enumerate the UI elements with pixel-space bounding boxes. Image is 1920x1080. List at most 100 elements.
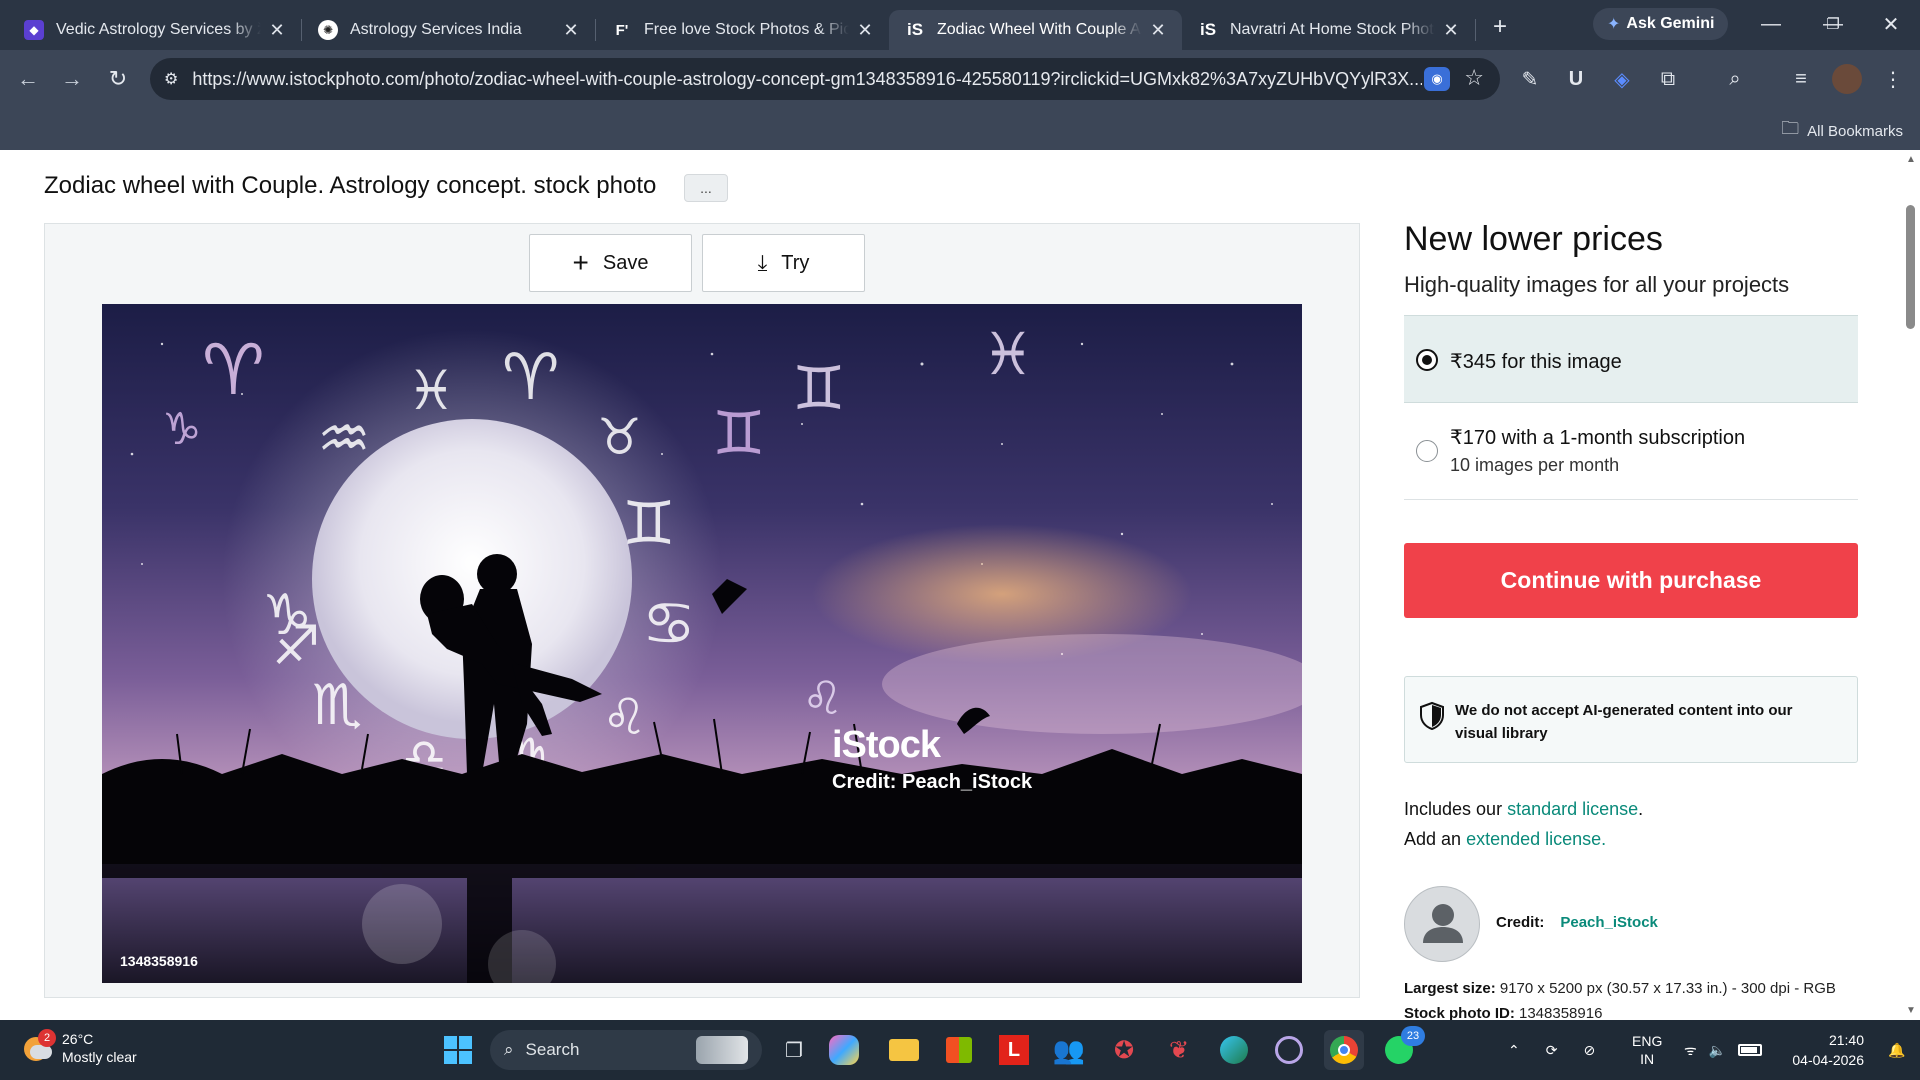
network-off-icon[interactable]: ⊘ [1583,1042,1595,1059]
whatsapp-icon[interactable]: 23 [1379,1026,1425,1070]
microsoft-store-icon[interactable] [939,1030,979,1070]
close-tab-icon[interactable]: ✕ [267,20,287,41]
radio-subscription[interactable] [1416,440,1438,462]
photo-id-overlay: 1348358916 [120,953,198,969]
tab-vedic-astrology[interactable]: ◆ Vedic Astrology Services by žva ✕ [8,10,301,50]
openai-logo-icon: ✺ [318,20,338,40]
radio-single-image[interactable] [1416,349,1438,371]
scrollbar-thumb[interactable] [1906,205,1915,329]
contributor-avatar[interactable] [1404,886,1480,962]
bookmark-star-icon[interactable]: ☆ [1464,65,1484,91]
close-window-button[interactable]: ✕ [1871,8,1911,40]
svg-text:♊: ♊ [712,399,766,469]
wifi-icon: ᯤ [1684,1041,1697,1058]
copilot-icon[interactable] [829,1035,859,1065]
tab-title: Free love Stock Photos & Pictu [644,21,849,38]
svg-text:♌: ♌ [602,688,647,746]
tag-extension-icon[interactable]: ◈ [1607,64,1637,94]
edge-icon[interactable] [1214,1030,1254,1070]
sync-icon[interactable]: ⟳ [1546,1042,1558,1059]
svg-text:♊: ♊ [622,489,676,559]
option-subscription[interactable]: ₹170 with a 1-month subscription 10 imag… [1404,404,1858,500]
file-explorer-icon[interactable] [884,1030,924,1070]
watermark-brand: iStock [832,724,941,766]
license-prefix: Includes our [1404,799,1508,819]
task-view-icon[interactable]: ❐ [774,1030,814,1070]
browser-toolbar: ← → ↻ ⚙ https://www.istockphoto.com/phot… [0,50,1920,108]
url-text[interactable]: https://www.istockphoto.com/photo/zodiac… [192,69,1422,90]
pricing-subheading: High-quality images for all your project… [1404,272,1790,297]
option-label: ₹345 for this image [1450,351,1622,373]
svg-text:♋: ♋ [642,589,696,659]
istock-logo-icon: iS [906,20,924,39]
stock-id-row: Stock photo ID: 1348358916 [1404,1005,1602,1020]
ask-gemini-button[interactable]: ✦ Ask Gemini [1593,8,1729,40]
extensions-puzzle-icon[interactable]: ⧉ [1653,64,1683,94]
scroll-up-arrow-icon[interactable]: ▲ [1906,154,1916,165]
svg-text:♈: ♈ [502,341,559,415]
largest-size-row: Largest size: 9170 x 5200 px (30.57 x 17… [1404,980,1836,997]
try-label: Try [781,251,810,274]
pdf-app-icon[interactable]: ❦ [1159,1030,1199,1070]
quick-settings[interactable]: ᯤ 🔈 [1684,1020,1763,1080]
continue-with-purchase-button[interactable]: Continue with purchase [1404,543,1858,618]
tab-search-icon[interactable]: ⌕ [1720,64,1750,94]
scroll-down-arrow-icon[interactable]: ▼ [1906,1005,1916,1016]
notification-bell-icon[interactable]: 🔔 [1888,1020,1905,1080]
ublock-extension-icon[interactable]: U [1561,64,1591,94]
reload-button[interactable]: ↻ [100,61,136,97]
tab-navratri[interactable]: iS Navratri At Home Stock Photo ✕ [1182,10,1475,50]
standard-license-line: Includes our standard license. [1404,799,1643,820]
save-button[interactable]: + Save [529,234,692,292]
try-button[interactable]: ⤓ Try [702,234,865,292]
restore-button[interactable]: ❐ [1813,8,1853,40]
close-tab-icon[interactable]: ✕ [561,20,581,41]
close-tab-icon[interactable]: ✕ [1148,20,1168,41]
extended-license-link[interactable]: extended license. [1466,829,1606,849]
close-tab-icon[interactable]: ✕ [1441,20,1461,41]
license-suffix: . [1638,799,1644,819]
all-bookmarks-button[interactable]: 🗀 All Bookmarks [1781,116,1903,146]
close-tab-icon[interactable]: ✕ [855,20,875,41]
minimize-button[interactable]: — [1751,8,1791,40]
browser-menu-icon[interactable]: ⋮ [1878,64,1908,94]
back-button[interactable]: ← [10,61,46,97]
taskbar-search[interactable]: ⌕ Search [490,1030,762,1070]
forward-button[interactable]: → [54,61,90,97]
language-indicator[interactable]: ENG IN [1632,1020,1662,1080]
lens-icon[interactable]: ◉ [1424,67,1450,91]
profile-avatar[interactable] [1832,64,1862,94]
istock-watermark: iStock Credit: Peach_iStock [832,724,1032,794]
tab-title: Navratri At Home Stock Photo [1230,21,1435,38]
adobe-icon[interactable]: ✪ [1104,1030,1144,1070]
tab-freepik[interactable]: F' Free love Stock Photos & Pictu ✕ [596,10,889,50]
standard-license-link[interactable]: standard license [1507,799,1638,819]
folder-icon: 🗀 [1781,118,1800,138]
windows-start-icon[interactable] [438,1030,478,1070]
largest-size-value: 9170 x 5200 px (30.57 x 17.33 in.) - 300… [1499,980,1836,997]
stock-photo[interactable]: ♈ ♓ ♈ ♒ ♉ ♊ ♋ ♌ ♏ ♎ ♍ ♑ ♐ ♑ ♊ ♓ ♌ [102,304,1302,983]
chrome-icon[interactable] [1324,1030,1364,1070]
taskbar-clock[interactable]: 21:40 04-04-2026 [1792,1030,1864,1070]
new-tab-button[interactable]: + [1482,9,1518,45]
option-single-image[interactable]: ₹345 for this image [1404,315,1858,403]
lenovo-app-icon[interactable]: L [994,1030,1034,1070]
eyedropper-icon[interactable]: ✎ [1515,64,1545,94]
page-scrollbar[interactable]: ▲ ▼ [1902,150,1920,1020]
site-info-icon[interactable]: ⚙ [164,69,178,89]
weather-widget[interactable]: 2 26°C Mostly clear [22,1029,137,1066]
tab-astrology-services[interactable]: ✺ Astrology Services India ✕ [302,10,595,50]
teams-icon[interactable]: 👥 [1049,1030,1089,1070]
grass-silhouette [102,749,1302,864]
address-bar[interactable]: ⚙ https://www.istockphoto.com/photo/zodi… [150,58,1500,100]
ai-content-notice: We do not accept AI-generated content in… [1404,676,1858,763]
contributor-link[interactable]: Peach_iStock [1560,914,1658,931]
more-options-button[interactable]: ... [684,174,728,202]
show-hidden-icons-chevron-icon[interactable]: ⌃ [1508,1042,1520,1059]
svg-text:♈: ♈ [202,329,265,411]
svg-text:♌: ♌ [802,671,843,725]
tab-zodiac-wheel[interactable]: iS Zodiac Wheel With Couple Ast ✕ [889,10,1182,50]
app-spiral-icon[interactable] [1269,1030,1309,1070]
media-controls-icon[interactable]: ≡ [1786,64,1816,94]
page-title: Zodiac wheel with Couple. Astrology conc… [44,172,657,199]
